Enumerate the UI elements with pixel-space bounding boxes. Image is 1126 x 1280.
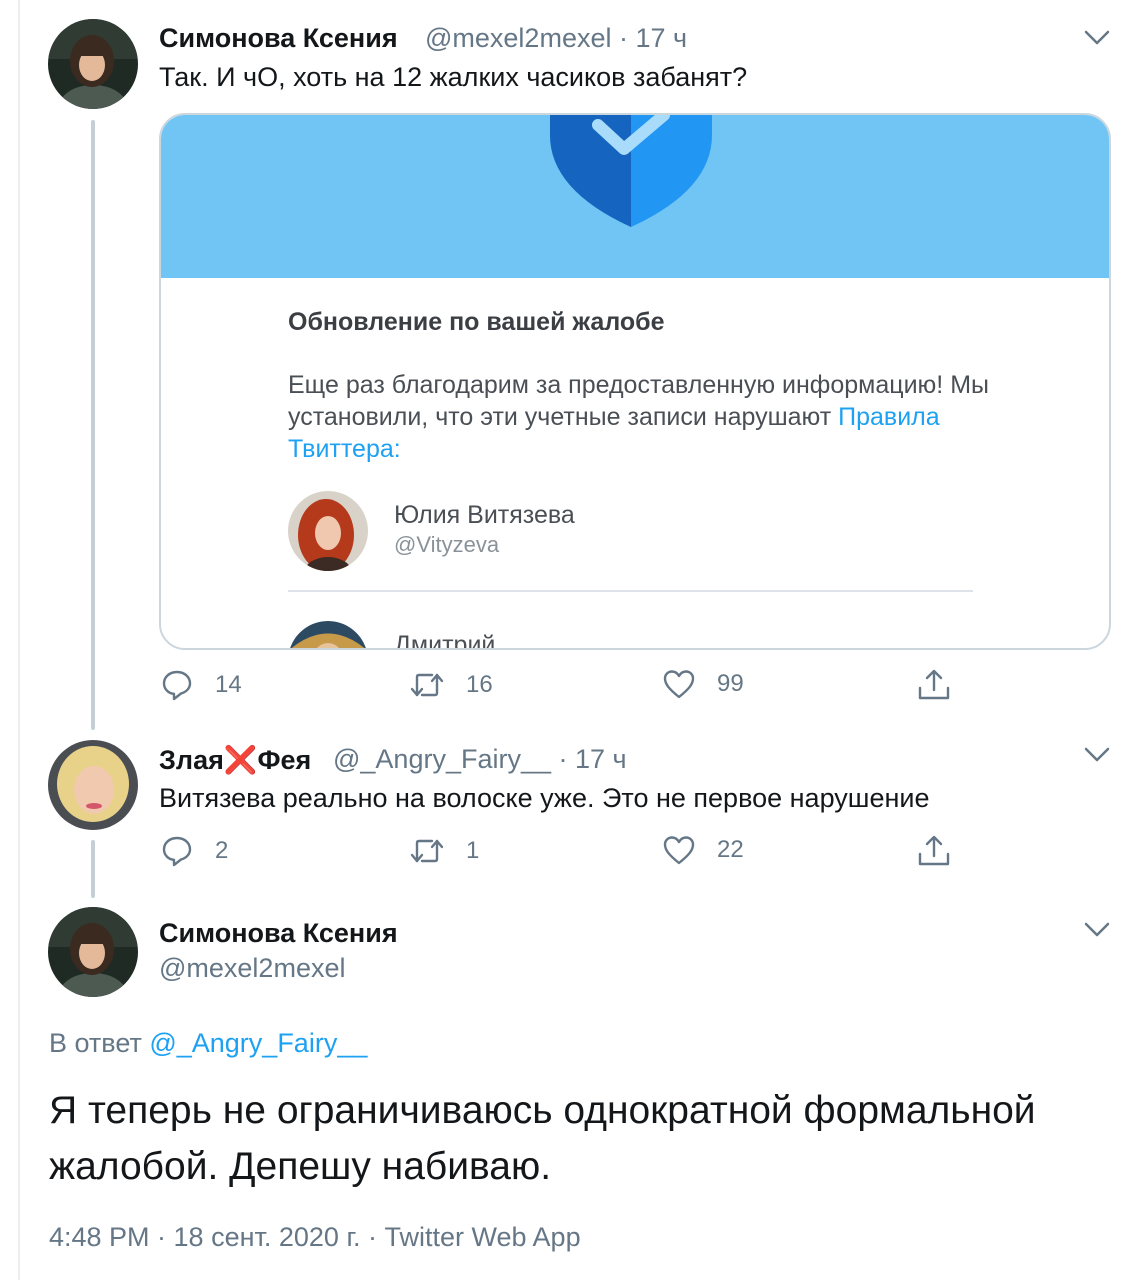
avatar[interactable] xyxy=(48,740,138,830)
share-action[interactable] xyxy=(917,668,951,702)
avatar[interactable] xyxy=(48,19,138,109)
reply-icon xyxy=(162,836,192,867)
reply-handle-link[interactable]: @_Angry_Fairy__ xyxy=(149,1028,367,1058)
share-icon xyxy=(918,835,950,866)
chevron-down-icon[interactable] xyxy=(1083,28,1111,48)
card-body: Еще раз благодарим за предоставленную ин… xyxy=(288,369,1008,465)
card-banner xyxy=(161,115,1109,278)
thread-line xyxy=(91,120,95,730)
retweet-action[interactable]: 1 xyxy=(410,835,479,867)
reply-action[interactable]: 2 xyxy=(161,835,228,867)
tweet-text: Витязева реально на волоске уже. Это не … xyxy=(159,783,930,813)
avatar[interactable] xyxy=(48,907,138,997)
card-divider xyxy=(288,590,973,592)
reply-icon xyxy=(162,670,192,701)
chevron-down-icon[interactable] xyxy=(1083,745,1111,765)
reply-to-line: В ответ @_Angry_Fairy__ xyxy=(49,1028,367,1059)
author-name[interactable]: Злая❌Фея xyxy=(159,744,311,776)
like-action[interactable]: 99 xyxy=(663,669,744,699)
account-avatar xyxy=(288,621,368,648)
cross-mark-emoji: ❌ xyxy=(223,745,258,775)
author-handle-time[interactable]: @_Angry_Fairy__ · 17 ч xyxy=(333,744,627,775)
author-name-part1: Злая xyxy=(159,745,224,775)
account-avatar xyxy=(288,491,368,571)
author-name-part2: Фея xyxy=(257,745,312,775)
author-handle[interactable]: @mexel2mexel xyxy=(159,953,345,984)
retweet-count: 1 xyxy=(466,837,480,864)
chevron-down-icon[interactable] xyxy=(1083,920,1111,940)
share-action[interactable] xyxy=(917,834,951,868)
retweet-icon xyxy=(410,673,444,697)
retweet-action[interactable]: 16 xyxy=(410,669,493,701)
thread-line xyxy=(91,840,95,898)
shield-check-icon xyxy=(550,115,712,227)
media-card[interactable]: Обновление по вашей жалобе Еще раз благо… xyxy=(159,113,1111,650)
main-tweet-text: Я теперь не ограничиваюсь однократной фо… xyxy=(49,1089,1036,1188)
reply-count: 14 xyxy=(215,671,242,698)
column-border xyxy=(18,0,20,1280)
share-icon xyxy=(918,669,950,700)
reply-prefix: В ответ xyxy=(49,1028,142,1058)
tweet-meta: 4:48 PM · 18 сент. 2020 г. · Twitter Web… xyxy=(49,1222,581,1252)
account-name: Дмитрий xyxy=(394,631,496,650)
like-count: 99 xyxy=(717,670,744,697)
card-title: Обновление по вашей жалобе xyxy=(288,308,665,336)
tweet-text: Так. И чО, хоть на 12 жалких часиков заб… xyxy=(159,62,748,92)
retweet-icon xyxy=(410,839,444,863)
like-icon xyxy=(663,836,695,865)
reply-action[interactable]: 14 xyxy=(161,669,242,701)
author-handle-time[interactable]: @mexel2mexel · 17 ч xyxy=(425,23,687,54)
reply-count: 2 xyxy=(215,837,229,864)
card-body-colon: : xyxy=(393,435,401,463)
like-icon xyxy=(663,670,695,699)
like-action[interactable]: 22 xyxy=(663,835,744,865)
author-name[interactable]: Симонова Ксения xyxy=(159,23,398,54)
account-handle: @Vityzeva xyxy=(394,532,500,557)
retweet-count: 16 xyxy=(466,671,493,698)
author-name[interactable]: Симонова Ксения xyxy=(159,918,398,949)
account-name: Юлия Витязева xyxy=(394,501,575,529)
like-count: 22 xyxy=(717,836,744,863)
